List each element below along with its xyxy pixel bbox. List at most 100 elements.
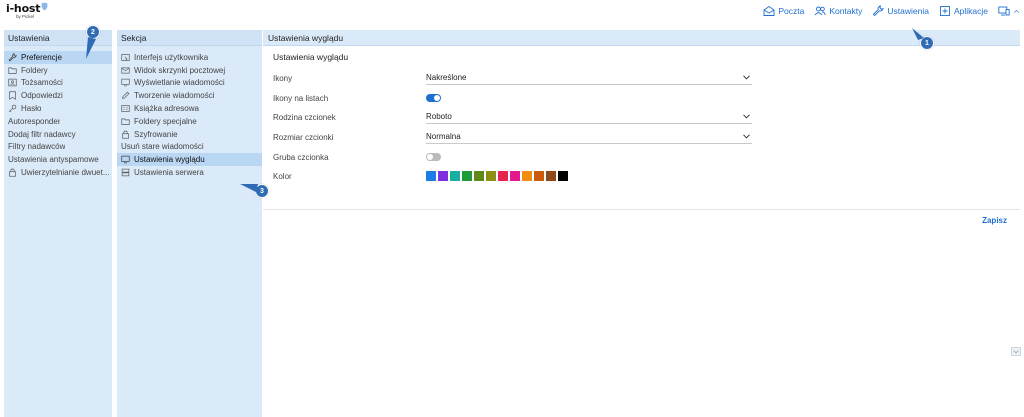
settings-item-dodaj-filtr[interactable]: Dodaj filtr nadawcy xyxy=(4,128,112,141)
section-item-usun-stare[interactable]: Usuń stare wiadomości xyxy=(117,141,262,154)
icons-select-value: Nakreślone xyxy=(426,73,467,82)
settings-item-antyspam[interactable]: Ustawienia antyspamowe xyxy=(4,153,112,166)
settings-item-label: Uwierzytelnianie dwuet... xyxy=(21,168,110,178)
settings-menu: Preferencje Foldery Tożsamości Odpowiedz… xyxy=(4,46,112,179)
section-item-label: Interfejs użytkownika xyxy=(134,52,209,62)
logo[interactable]: i-host by Pickel xyxy=(6,2,48,19)
nav-aplikacje[interactable]: Aplikacje xyxy=(939,5,988,17)
section-item-label: Usuń stare wiadomości xyxy=(121,142,204,152)
nav-devices[interactable] xyxy=(998,5,1020,17)
section-item-label: Ustawienia wyglądu xyxy=(134,155,205,165)
settings-item-odpowiedzi[interactable]: Odpowiedzi xyxy=(4,89,112,102)
icons-select[interactable]: Nakreślone xyxy=(426,72,752,85)
toggle-knob xyxy=(434,95,440,101)
section-item-tworzenie[interactable]: Tworzenie wiadomości xyxy=(117,89,262,102)
contacts-icon xyxy=(814,6,826,16)
section-item-label: Foldery specjalne xyxy=(134,116,197,126)
section-item-wyswietlanie[interactable]: Wyświetlanie wiadomości xyxy=(117,77,262,90)
id-card-icon xyxy=(8,79,17,87)
icons-label: Ikony xyxy=(273,73,293,83)
settings-item-autoresponder[interactable]: Autoresponder xyxy=(4,115,112,128)
nav-poczta[interactable]: Poczta xyxy=(763,5,804,17)
annotation-pointer-2 xyxy=(86,37,96,59)
settings-item-foldery[interactable]: Foldery xyxy=(4,64,112,77)
lock-icon xyxy=(122,130,129,139)
settings-item-label: Preferencje xyxy=(21,52,62,62)
font-family-select-value: Roboto xyxy=(426,112,452,121)
section-item-label: Ustawienia serwera xyxy=(134,168,204,178)
appearance-settings-panel: Ustawienia wyglądu Ustawienia wyglądu Ik… xyxy=(263,30,1020,417)
note-icon xyxy=(9,91,16,101)
envelope-open-icon xyxy=(763,5,775,16)
color-swatch-0[interactable] xyxy=(426,171,436,181)
section-item-ustawienia-serwera[interactable]: Ustawienia serwera xyxy=(117,166,262,179)
section-item-widok[interactable]: Widok skrzynki pocztowej xyxy=(117,64,262,77)
nav-aplikacje-label: Aplikacje xyxy=(953,6,988,16)
pencil-icon xyxy=(122,91,130,100)
settings-item-label: Hasło xyxy=(21,104,42,114)
settings-item-haslo[interactable]: Hasło xyxy=(4,102,112,115)
section-item-ksiazka[interactable]: Książka adresowa xyxy=(117,102,262,115)
wrench-icon xyxy=(873,5,884,17)
save-button[interactable]: Zapisz xyxy=(982,216,1007,225)
font-size-select[interactable]: Normalna xyxy=(426,131,752,144)
settings-item-tozsamosci[interactable]: Tożsamości xyxy=(4,77,112,90)
section-item-label: Szyfrowanie xyxy=(134,129,178,139)
chevron-down-icon xyxy=(743,75,750,80)
form-divider xyxy=(263,209,1020,210)
settings-item-filtry[interactable]: Filtry nadawców xyxy=(4,141,112,154)
monitor-icon xyxy=(121,79,130,87)
section-item-ustawienia-wygladu[interactable]: Ustawienia wyglądu xyxy=(117,153,262,167)
color-swatch-6[interactable] xyxy=(498,171,508,181)
color-swatch-7[interactable] xyxy=(510,171,520,181)
plus-square-icon xyxy=(940,6,950,16)
shield-logo-icon xyxy=(41,2,48,11)
list-icons-toggle[interactable] xyxy=(426,94,441,102)
color-swatch-9[interactable] xyxy=(534,171,544,181)
font-family-row: Rodzina czcionek Roboto xyxy=(273,107,752,127)
color-swatches xyxy=(426,171,568,181)
nav-kontakty-label: Kontakty xyxy=(829,6,863,16)
server-icon xyxy=(121,168,130,177)
nav-kontakty[interactable]: Kontakty xyxy=(814,5,862,17)
color-swatch-8[interactable] xyxy=(522,171,532,181)
settings-item-label: Ustawienia antyspamowe xyxy=(8,155,99,165)
section-item-label: Widok skrzynki pocztowej xyxy=(134,65,226,75)
section-item-szyfrowanie[interactable]: Szyfrowanie xyxy=(117,128,262,141)
section-item-label: Książka adresowa xyxy=(134,104,199,114)
bold-font-toggle[interactable] xyxy=(426,153,441,161)
settings-item-label: Dodaj filtr nadawcy xyxy=(8,129,76,139)
annotation-pointer-1 xyxy=(912,28,924,40)
nav-ustawienia-label: Ustawienia xyxy=(887,6,929,16)
color-swatch-10[interactable] xyxy=(546,171,556,181)
lock-icon xyxy=(9,168,16,177)
envelope-icon xyxy=(121,67,130,74)
collapse-icon[interactable] xyxy=(1011,347,1021,356)
icons-row: Ikony Nakreślone xyxy=(273,68,752,88)
color-swatch-4[interactable] xyxy=(474,171,484,181)
font-family-label: Rodzina czcionek xyxy=(273,112,336,122)
font-family-select[interactable]: Roboto xyxy=(426,111,752,124)
section-item-foldery-specjalne[interactable]: Foldery specjalne xyxy=(117,115,262,128)
appearance-section-title: Ustawienia wyglądu xyxy=(273,52,349,62)
settings-item-label: Odpowiedzi xyxy=(21,91,63,101)
settings-item-label: Filtry nadawców xyxy=(8,142,66,152)
color-row: Kolor xyxy=(273,166,568,186)
chevron-up-icon xyxy=(1013,9,1020,13)
wrench-icon xyxy=(8,53,17,62)
nav-ustawienia[interactable]: Ustawienia xyxy=(872,5,929,17)
settings-item-2fa[interactable]: Uwierzytelnianie dwuet... xyxy=(4,166,112,179)
color-swatch-3[interactable] xyxy=(462,171,472,181)
color-swatch-5[interactable] xyxy=(486,171,496,181)
toggle-knob xyxy=(427,154,433,160)
color-swatch-2[interactable] xyxy=(450,171,460,181)
settings-item-label: Foldery xyxy=(21,65,48,75)
section-item-interfejs[interactable]: Interfejs użytkownika xyxy=(117,51,262,64)
color-swatch-1[interactable] xyxy=(438,171,448,181)
chevron-down-icon xyxy=(743,134,750,139)
settings-item-label: Autoresponder xyxy=(8,116,61,126)
section-item-label: Wyświetlanie wiadomości xyxy=(134,78,225,88)
color-swatch-11[interactable] xyxy=(558,171,568,181)
settings-item-label: Tożsamości xyxy=(21,78,63,88)
section-header: Sekcja xyxy=(117,30,262,46)
